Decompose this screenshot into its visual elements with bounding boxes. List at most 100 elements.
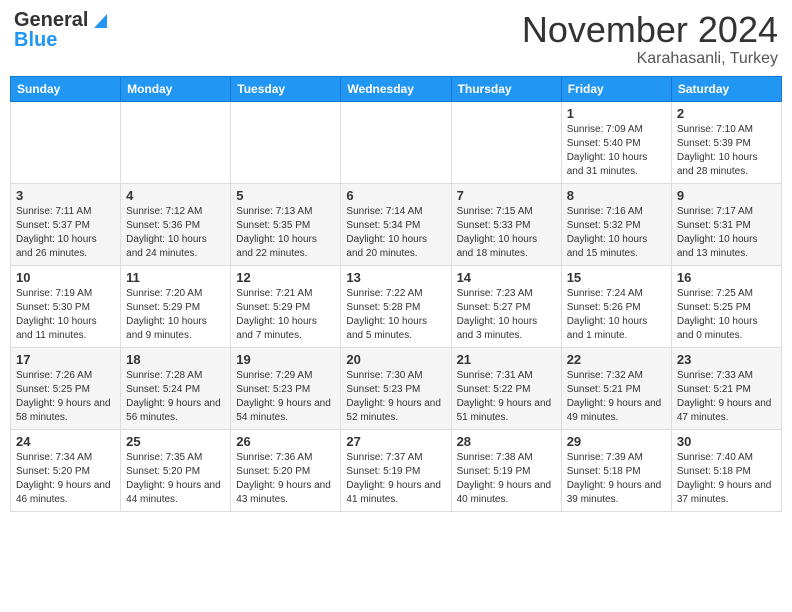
day-of-week-header: Monday <box>121 76 231 101</box>
calendar-day-cell: 30Sunrise: 7:40 AMSunset: 5:18 PMDayligh… <box>671 429 781 511</box>
day-info: Sunrise: 7:26 AMSunset: 5:25 PMDaylight:… <box>16 369 115 425</box>
day-of-week-header: Friday <box>561 76 671 101</box>
calendar-day-cell <box>11 101 121 183</box>
calendar-week-row: 3 Sunrise: 7:11 AMSunset: 5:37 PMDaylight… <box>11 183 782 265</box>
day-info: Sunrise: 7:11 AMSunset: 5:37 PMDaylight:… <box>16 205 115 261</box>
day-info: Sunrise: 7:23 AMSunset: 5:27 PMDaylight:… <box>457 287 556 343</box>
calendar-day-cell <box>341 101 451 183</box>
calendar-day-cell: 10Sunrise: 7:19 AMSunset: 5:30 PMDayligh… <box>11 265 121 347</box>
calendar-week-row: 17 Sunrise: 7:26 AMSunset: 5:25 PMDayligh… <box>11 347 782 429</box>
day-info: Sunrise: 7:36 AMSunset: 5:20 PMDaylight:… <box>236 451 335 507</box>
day-number: 3 <box>16 188 115 203</box>
calendar-day-cell: 23 Sunrise: 7:33 AMSunset: 5:21 PMDayligh… <box>671 347 781 429</box>
day-info: Sunrise: 7:17 AMSunset: 5:31 PMDaylight:… <box>677 205 776 261</box>
day-number: 21 <box>457 352 556 367</box>
day-number: 11 <box>126 270 225 285</box>
calendar-day-cell: 5 Sunrise: 7:13 AMSunset: 5:35 PMDaylight… <box>231 183 341 265</box>
day-number: 22 <box>567 352 666 367</box>
day-info: Sunrise: 7:28 AMSunset: 5:24 PMDaylight:… <box>126 369 225 425</box>
day-info: Sunrise: 7:29 AMSunset: 5:23 PMDaylight:… <box>236 369 335 425</box>
day-number: 27 <box>346 434 445 449</box>
logo-general: General <box>14 10 88 30</box>
day-number: 30 <box>677 434 776 449</box>
calendar-day-cell: 25Sunrise: 7:35 AMSunset: 5:20 PMDayligh… <box>121 429 231 511</box>
day-number: 25 <box>126 434 225 449</box>
calendar-day-cell: 22Sunrise: 7:32 AMSunset: 5:21 PMDayligh… <box>561 347 671 429</box>
day-number: 23 <box>677 352 776 367</box>
title-block: November 2024 Karahasanli, Turkey <box>522 10 778 68</box>
day-number: 17 <box>16 352 115 367</box>
day-number: 10 <box>16 270 115 285</box>
calendar-day-cell: 13Sunrise: 7:22 AMSunset: 5:28 PMDayligh… <box>341 265 451 347</box>
calendar-day-cell: 28Sunrise: 7:38 AMSunset: 5:19 PMDayligh… <box>451 429 561 511</box>
calendar-day-cell: 11 Sunrise: 7:20 AMSunset: 5:29 PMDayligh… <box>121 265 231 347</box>
day-number: 7 <box>457 188 556 203</box>
day-info: Sunrise: 7:33 AMSunset: 5:21 PMDaylight:… <box>677 369 776 425</box>
day-info: Sunrise: 7:31 AMSunset: 5:22 PMDaylight:… <box>457 369 556 425</box>
day-info: Sunrise: 7:10 AMSunset: 5:39 PMDaylight:… <box>677 123 776 179</box>
day-info: Sunrise: 7:13 AMSunset: 5:35 PMDaylight:… <box>236 205 335 261</box>
day-info: Sunrise: 7:24 AMSunset: 5:26 PMDaylight:… <box>567 287 666 343</box>
calendar-header-row: SundayMondayTuesdayWednesdayThursdayFrid… <box>11 76 782 101</box>
location-subtitle: Karahasanli, Turkey <box>522 50 778 68</box>
day-number: 8 <box>567 188 666 203</box>
day-number: 4 <box>126 188 225 203</box>
day-number: 1 <box>567 106 666 121</box>
calendar-day-cell: 14Sunrise: 7:23 AMSunset: 5:27 PMDayligh… <box>451 265 561 347</box>
day-of-week-header: Tuesday <box>231 76 341 101</box>
calendar-day-cell: 24 Sunrise: 7:34 AMSunset: 5:20 PMDayligh… <box>11 429 121 511</box>
day-number: 24 <box>16 434 115 449</box>
page-header: General Blue November 2024 Karahasanli, … <box>10 10 782 68</box>
calendar-day-cell <box>451 101 561 183</box>
calendar-day-cell: 19 Sunrise: 7:29 AMSunset: 5:23 PMDayligh… <box>231 347 341 429</box>
day-number: 28 <box>457 434 556 449</box>
calendar-day-cell: 3 Sunrise: 7:11 AMSunset: 5:37 PMDaylight… <box>11 183 121 265</box>
day-number: 18 <box>126 352 225 367</box>
calendar-day-cell: 21 Sunrise: 7:31 AMSunset: 5:22 PMDayligh… <box>451 347 561 429</box>
day-info: Sunrise: 7:12 AMSunset: 5:36 PMDaylight:… <box>126 205 225 261</box>
day-number: 29 <box>567 434 666 449</box>
day-number: 26 <box>236 434 335 449</box>
day-info: Sunrise: 7:30 AMSunset: 5:23 PMDaylight:… <box>346 369 445 425</box>
calendar-day-cell: 7 Sunrise: 7:15 AMSunset: 5:33 PMDaylight… <box>451 183 561 265</box>
calendar-day-cell: 1 Sunrise: 7:09 AMSunset: 5:40 PMDaylight… <box>561 101 671 183</box>
day-info: Sunrise: 7:15 AMSunset: 5:33 PMDaylight:… <box>457 205 556 261</box>
calendar-day-cell: 12 Sunrise: 7:21 AMSunset: 5:29 PMDayligh… <box>231 265 341 347</box>
day-of-week-header: Thursday <box>451 76 561 101</box>
day-number: 6 <box>346 188 445 203</box>
calendar-day-cell: 20Sunrise: 7:30 AMSunset: 5:23 PMDayligh… <box>341 347 451 429</box>
calendar-day-cell: 29 Sunrise: 7:39 AMSunset: 5:18 PMDayligh… <box>561 429 671 511</box>
day-number: 15 <box>567 270 666 285</box>
day-of-week-header: Wednesday <box>341 76 451 101</box>
day-info: Sunrise: 7:25 AMSunset: 5:25 PMDaylight:… <box>677 287 776 343</box>
day-info: Sunrise: 7:14 AMSunset: 5:34 PMDaylight:… <box>346 205 445 261</box>
day-info: Sunrise: 7:39 AMSunset: 5:18 PMDaylight:… <box>567 451 666 507</box>
month-title: November 2024 <box>522 10 778 50</box>
calendar-day-cell: 2Sunrise: 7:10 AMSunset: 5:39 PMDaylight… <box>671 101 781 183</box>
day-info: Sunrise: 7:20 AMSunset: 5:29 PMDaylight:… <box>126 287 225 343</box>
day-number: 19 <box>236 352 335 367</box>
calendar-day-cell: 15 Sunrise: 7:24 AMSunset: 5:26 PMDayligh… <box>561 265 671 347</box>
day-info: Sunrise: 7:16 AMSunset: 5:32 PMDaylight:… <box>567 205 666 261</box>
day-info: Sunrise: 7:34 AMSunset: 5:20 PMDaylight:… <box>16 451 115 507</box>
calendar-day-cell: 18 Sunrise: 7:28 AMSunset: 5:24 PMDayligh… <box>121 347 231 429</box>
day-number: 16 <box>677 270 776 285</box>
day-of-week-header: Saturday <box>671 76 781 101</box>
calendar-week-row: 24 Sunrise: 7:34 AMSunset: 5:20 PMDayligh… <box>11 429 782 511</box>
day-of-week-header: Sunday <box>11 76 121 101</box>
calendar-day-cell: 26 Sunrise: 7:36 AMSunset: 5:20 PMDayligh… <box>231 429 341 511</box>
day-number: 9 <box>677 188 776 203</box>
day-number: 12 <box>236 270 335 285</box>
calendar-day-cell: 9 Sunrise: 7:17 AMSunset: 5:31 PMDaylight… <box>671 183 781 265</box>
calendar-day-cell <box>231 101 341 183</box>
day-number: 5 <box>236 188 335 203</box>
calendar-table: SundayMondayTuesdayWednesdayThursdayFrid… <box>10 76 782 512</box>
calendar-day-cell: 17 Sunrise: 7:26 AMSunset: 5:25 PMDayligh… <box>11 347 121 429</box>
calendar-day-cell: 27 Sunrise: 7:37 AMSunset: 5:19 PMDayligh… <box>341 429 451 511</box>
calendar-week-row: 10Sunrise: 7:19 AMSunset: 5:30 PMDayligh… <box>11 265 782 347</box>
day-info: Sunrise: 7:22 AMSunset: 5:28 PMDaylight:… <box>346 287 445 343</box>
day-info: Sunrise: 7:09 AMSunset: 5:40 PMDaylight:… <box>567 123 666 179</box>
day-info: Sunrise: 7:21 AMSunset: 5:29 PMDaylight:… <box>236 287 335 343</box>
day-info: Sunrise: 7:37 AMSunset: 5:19 PMDaylight:… <box>346 451 445 507</box>
calendar-day-cell: 4 Sunrise: 7:12 AMSunset: 5:36 PMDaylight… <box>121 183 231 265</box>
